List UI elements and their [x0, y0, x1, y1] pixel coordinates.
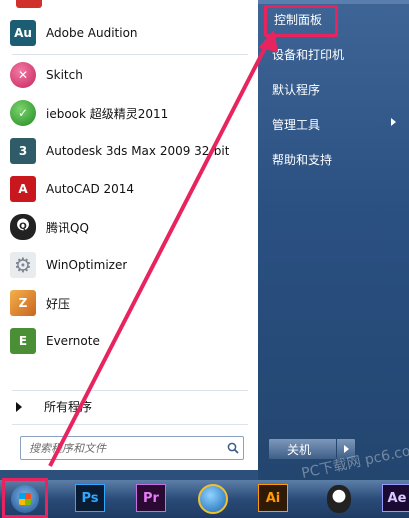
help-support-link[interactable]: 帮助和支持 [272, 151, 332, 168]
user-picture-frame [258, 0, 409, 4]
haozip-icon: Z [10, 290, 36, 316]
partial-top-program-icon[interactable] [16, 0, 42, 8]
program-skitch[interactable]: ✕ Skitch [10, 59, 250, 91]
start-menu: Au Adobe Audition ✕ Skitch ✓ iebook 超级精灵… [0, 0, 409, 480]
program-label: Adobe Audition [46, 26, 138, 40]
program-label: AutoCAD 2014 [46, 182, 135, 196]
program-iebook[interactable]: ✓ iebook 超级精灵2011 [10, 97, 250, 129]
control-panel-highlight-box [264, 5, 338, 37]
search-input[interactable] [27, 438, 223, 458]
program-label: iebook 超级精灵2011 [46, 106, 169, 121]
taskbar: Ps Pr Ai Ae [0, 480, 409, 518]
premiere-icon[interactable]: Pr [136, 484, 166, 512]
program-winoptimizer[interactable]: ⚙ WinOptimizer [10, 249, 250, 281]
evernote-icon: E [10, 328, 36, 354]
program-qq[interactable]: Q 腾讯QQ [10, 211, 250, 243]
program-evernote[interactable]: E Evernote [10, 325, 250, 357]
skitch-icon: ✕ [10, 62, 36, 88]
program-3ds-max[interactable]: 3 Autodesk 3ds Max 2009 32-bit [10, 135, 250, 167]
program-autocad[interactable]: A AutoCAD 2014 [10, 173, 250, 205]
program-adobe-audition[interactable]: Au Adobe Audition [10, 17, 250, 49]
start-menu-left-panel: Au Adobe Audition ✕ Skitch ✓ iebook 超级精灵… [0, 0, 259, 470]
qq-taskbar-icon[interactable] [322, 484, 356, 514]
program-haozip[interactable]: Z 好压 [10, 287, 250, 319]
program-label: 好压 [46, 296, 71, 311]
program-label: Skitch [46, 68, 83, 82]
qq-penguin-icon: Q [10, 214, 36, 240]
program-label: WinOptimizer [46, 258, 128, 272]
3ds-max-icon: 3 [10, 138, 36, 164]
browser-globe-icon[interactable] [196, 484, 230, 514]
search-icon[interactable] [223, 438, 243, 458]
all-programs-label: 所有程序 [44, 400, 93, 414]
iebook-icon: ✓ [10, 100, 36, 126]
separator [12, 424, 248, 425]
adobe-audition-icon: Au [10, 20, 36, 46]
separator [12, 54, 248, 55]
program-label: Evernote [46, 334, 100, 348]
admin-tools-link[interactable]: 管理工具 [272, 116, 396, 133]
program-label: Autodesk 3ds Max 2009 32-bit [46, 144, 230, 158]
search-box[interactable] [20, 436, 244, 460]
default-programs-link[interactable]: 默认程序 [272, 81, 320, 98]
winoptimizer-gear-icon: ⚙ [10, 252, 36, 278]
submenu-arrow-icon [391, 118, 396, 126]
autocad-icon: A [10, 176, 36, 202]
illustrator-icon[interactable]: Ai [258, 484, 288, 512]
start-menu-right-panel: 控制面板 设备和打印机 默认程序 管理工具 帮助和支持 [258, 0, 409, 480]
photoshop-icon[interactable]: Ps [75, 484, 105, 512]
all-programs-button[interactable]: 所有程序 [16, 398, 92, 415]
start-button-highlight-box [2, 478, 48, 518]
devices-printers-link[interactable]: 设备和打印机 [272, 46, 344, 63]
expand-arrow-icon [16, 401, 22, 412]
after-effects-icon[interactable]: Ae [382, 484, 409, 512]
separator [12, 390, 248, 391]
program-label: 腾讯QQ [46, 220, 89, 235]
